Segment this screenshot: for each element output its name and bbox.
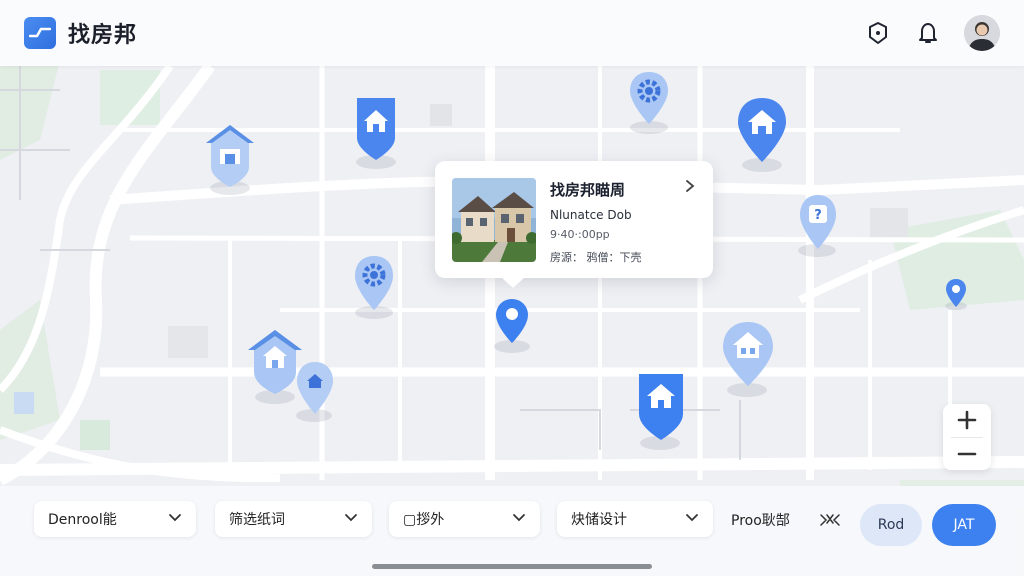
house-pin-solid[interactable] (637, 372, 685, 446)
filter-dropdown-2[interactable]: 筛选纸词 (215, 501, 372, 537)
sort-label[interactable]: Proo耿郜 (731, 510, 790, 530)
gear-icon (355, 256, 393, 310)
primary-action-button[interactable]: JAT (932, 504, 996, 546)
app-header: 找房邦 (0, 0, 1024, 66)
chevron-right-icon[interactable] (684, 178, 696, 197)
bell-icon[interactable] (914, 19, 942, 47)
filter-dropdown-3[interactable]: ▢拶外 (389, 501, 540, 537)
service-pin[interactable] (353, 254, 395, 316)
user-avatar[interactable] (964, 15, 1000, 51)
house-icon (639, 374, 683, 440)
secondary-button-label: Rod (877, 517, 905, 533)
chevron-down-icon (512, 511, 526, 527)
home-indicator (372, 564, 652, 569)
zoom-out-button[interactable] (943, 438, 991, 471)
app-title: 找房邦 (68, 23, 138, 48)
property-card[interactable]: 找房邦瞄周 Nlunatce Dob 9·40·:00pp 房源： 鸦僧：下壳 (435, 161, 713, 288)
secondary-action-button[interactable]: Rod (860, 504, 922, 546)
house-pin-light[interactable] (721, 320, 775, 392)
property-subtitle: Nlunatce Dob (550, 208, 632, 222)
chevron-down-icon (685, 511, 699, 527)
filter-label: Denrool能 (48, 512, 117, 528)
swap-icon[interactable] (818, 508, 842, 530)
house-icon (738, 98, 786, 162)
info-pin[interactable]: ? (798, 193, 838, 255)
location-icon (946, 279, 966, 307)
house-icon (206, 125, 254, 187)
help-icon: ? (800, 195, 836, 249)
property-meta: 房源： 鸦僧：下壳 (550, 251, 642, 264)
chevron-down-icon (168, 511, 182, 527)
filter-dropdown-1[interactable]: Denrool能 (34, 501, 196, 537)
house-pin-solid[interactable] (736, 96, 788, 168)
selected-location-pin[interactable] (495, 298, 529, 348)
filter-label: 炔储设计 (571, 512, 627, 528)
gear-icon (630, 72, 668, 124)
location-alert-icon[interactable] (864, 19, 892, 47)
property-title: 找房邦瞄周 (550, 181, 626, 199)
minus-icon (957, 452, 977, 456)
filter-label: 筛选纸词 (229, 512, 285, 528)
zoom-in-button[interactable] (943, 404, 991, 437)
house-pin-light[interactable] (295, 360, 335, 420)
chevron-down-icon (344, 511, 358, 527)
logo-icon[interactable] (24, 17, 56, 49)
house-icon (297, 362, 333, 414)
zoom-controls (943, 404, 991, 470)
house-pin-solid[interactable] (353, 96, 399, 166)
property-price: 9·40·:00pp (550, 228, 610, 241)
plus-icon (957, 410, 977, 430)
location-pin-small[interactable] (945, 278, 967, 312)
house-icon (357, 98, 395, 160)
service-pin[interactable] (628, 70, 670, 130)
house-icon (723, 322, 773, 386)
primary-button-label: JAT (953, 517, 975, 533)
filter-label: ▢拶外 (403, 512, 445, 528)
house-pin-light[interactable] (204, 123, 256, 193)
location-icon (496, 299, 528, 343)
filter-bar: Denrool能 筛选纸词 ▢拶外 炔储设计 Proo耿郜 Rod JAT (0, 486, 1024, 576)
svg-text:?: ? (814, 208, 822, 223)
property-photo (452, 178, 536, 262)
filter-dropdown-4[interactable]: 炔储设计 (557, 501, 713, 537)
